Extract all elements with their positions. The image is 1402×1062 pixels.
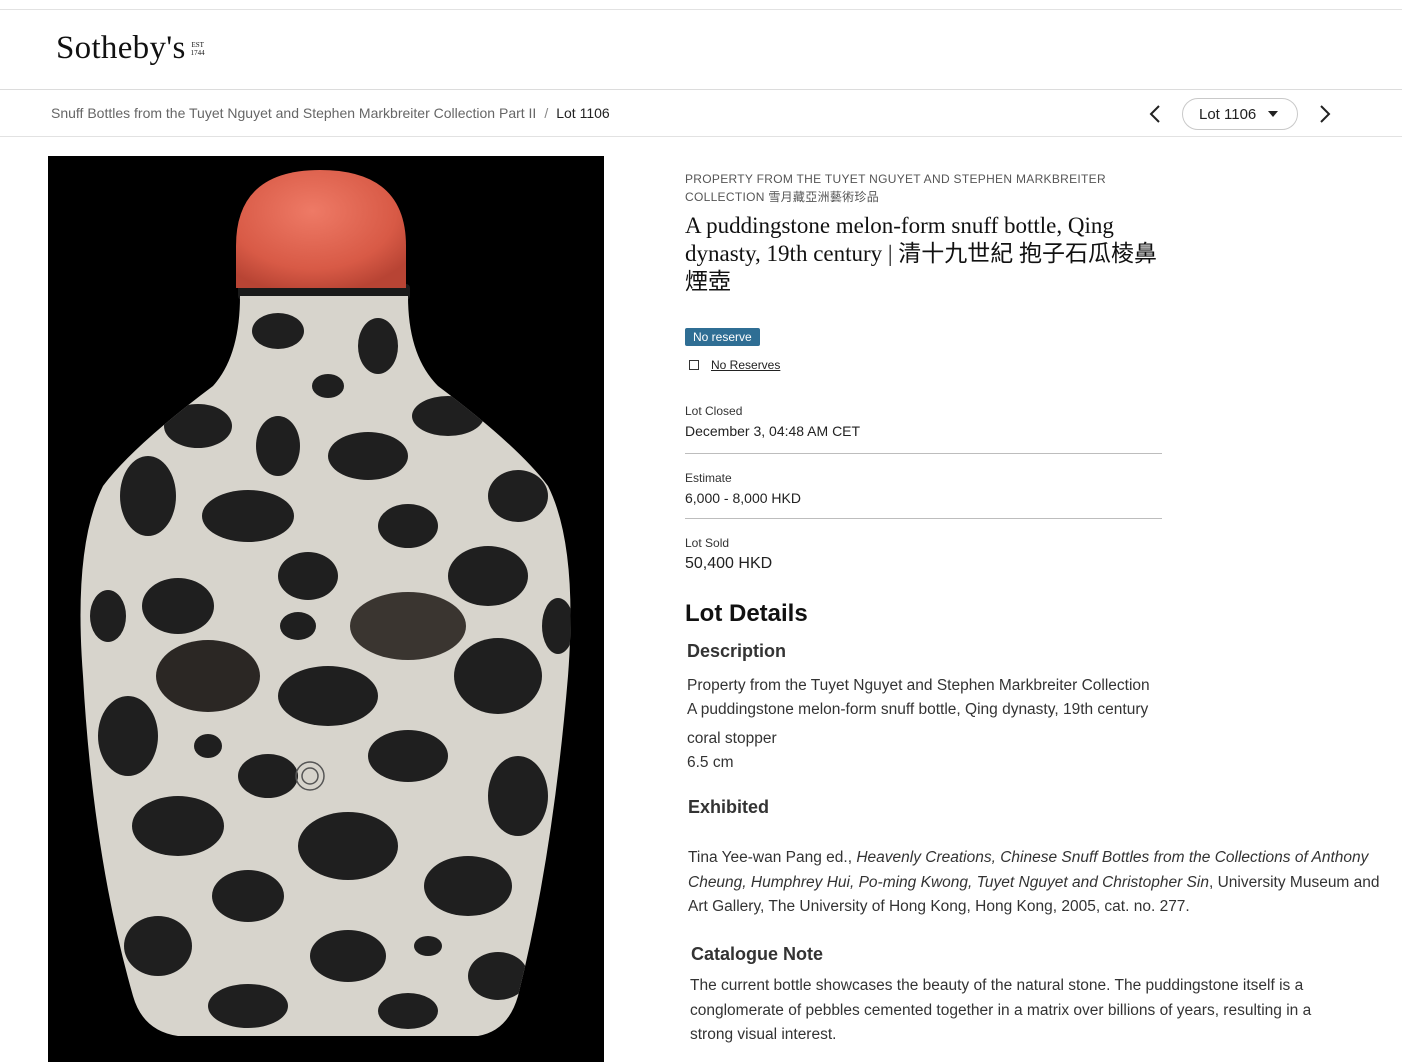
- lot-sold-value: 50,400 HKD: [685, 555, 773, 572]
- lot-closed-value: December 3, 04:48 AM CET: [685, 423, 861, 439]
- description-line: Property from the Tuyet Nguyet and Steph…: [687, 677, 1150, 694]
- lot-subnav: Snuff Bottles from the Tuyet Nguyet and …: [0, 91, 1402, 137]
- lot-sold-field: Lot Sold 50,400 HKD: [685, 536, 1162, 573]
- no-reserves-filter[interactable]: No Reserves: [685, 358, 1385, 372]
- logo-est-label: EST: [191, 40, 204, 49]
- lot-closed-field: Lot Closed December 3, 04:48 AM CET: [685, 404, 1162, 439]
- lot-details-heading: Lot Details: [685, 600, 808, 627]
- description-heading: Description: [687, 641, 787, 661]
- site-header: Sotheby's EST 1744: [0, 10, 1402, 90]
- estimate-value: 6,000 - 8,000 HKD: [685, 490, 801, 506]
- lot-closed-label: Lot Closed: [685, 404, 743, 418]
- no-reserve-badge: No reserve: [685, 328, 760, 346]
- exhibited-text: Tina Yee-wan Pang ed., Heavenly Creation…: [688, 846, 1388, 920]
- lot-image[interactable]: [48, 156, 604, 1062]
- property-provenance: PROPERTY FROM THE TUYET NGUYET AND STEPH…: [685, 172, 1106, 204]
- breadcrumb-separator: /: [544, 105, 549, 121]
- estimate-label: Estimate: [685, 471, 732, 485]
- exhibited-editor: Tina Yee-wan Pang ed.,: [688, 849, 857, 866]
- breadcrumb-sale-link[interactable]: Snuff Bottles from the Tuyet Nguyet and …: [51, 105, 536, 121]
- chevron-right-icon: [1320, 105, 1331, 123]
- chevron-left-icon: [1149, 105, 1160, 123]
- next-lot-button[interactable]: [1310, 99, 1340, 129]
- logo-est-mark: EST 1744: [191, 41, 205, 57]
- caret-down-icon: [1268, 111, 1279, 117]
- breadcrumb: Snuff Bottles from the Tuyet Nguyet and …: [51, 105, 610, 121]
- lot-select-dropdown[interactable]: Lot 1106: [1182, 98, 1298, 130]
- catalogue-note-text: The current bottle showcases the beauty …: [690, 977, 1312, 1043]
- sothebys-logo[interactable]: Sotheby's EST 1744: [56, 30, 205, 67]
- no-reserves-link[interactable]: No Reserves: [711, 358, 780, 372]
- estimate-field: Estimate 6,000 - 8,000 HKD: [685, 471, 1162, 506]
- lot-info: PROPERTY FROM THE TUYET NGUYET AND STEPH…: [685, 170, 1385, 1043]
- lot-title: A puddingstone melon-form snuff bottle, …: [685, 213, 1158, 294]
- logo-est-year: 1744: [190, 48, 205, 57]
- lot-select-value: Lot 1106: [1199, 105, 1257, 123]
- divider: [685, 518, 1162, 519]
- description-line: coral stopper: [687, 730, 777, 747]
- description-line: A puddingstone melon-form snuff bottle, …: [687, 701, 1149, 718]
- lot-sold-label: Lot Sold: [685, 536, 730, 550]
- lot-navigation: Lot 1106: [1140, 98, 1340, 130]
- description-line: 6.5 cm: [687, 754, 734, 771]
- snuff-bottle-image: [48, 156, 604, 1062]
- previous-lot-button[interactable]: [1140, 99, 1170, 129]
- logo-wordmark: Sotheby's: [56, 30, 186, 66]
- checkbox-icon[interactable]: [689, 360, 699, 370]
- catalogue-note-heading: Catalogue Note: [691, 944, 824, 964]
- breadcrumb-current: Lot 1106: [556, 105, 610, 121]
- exhibited-heading: Exhibited: [688, 797, 770, 817]
- divider: [685, 453, 1162, 454]
